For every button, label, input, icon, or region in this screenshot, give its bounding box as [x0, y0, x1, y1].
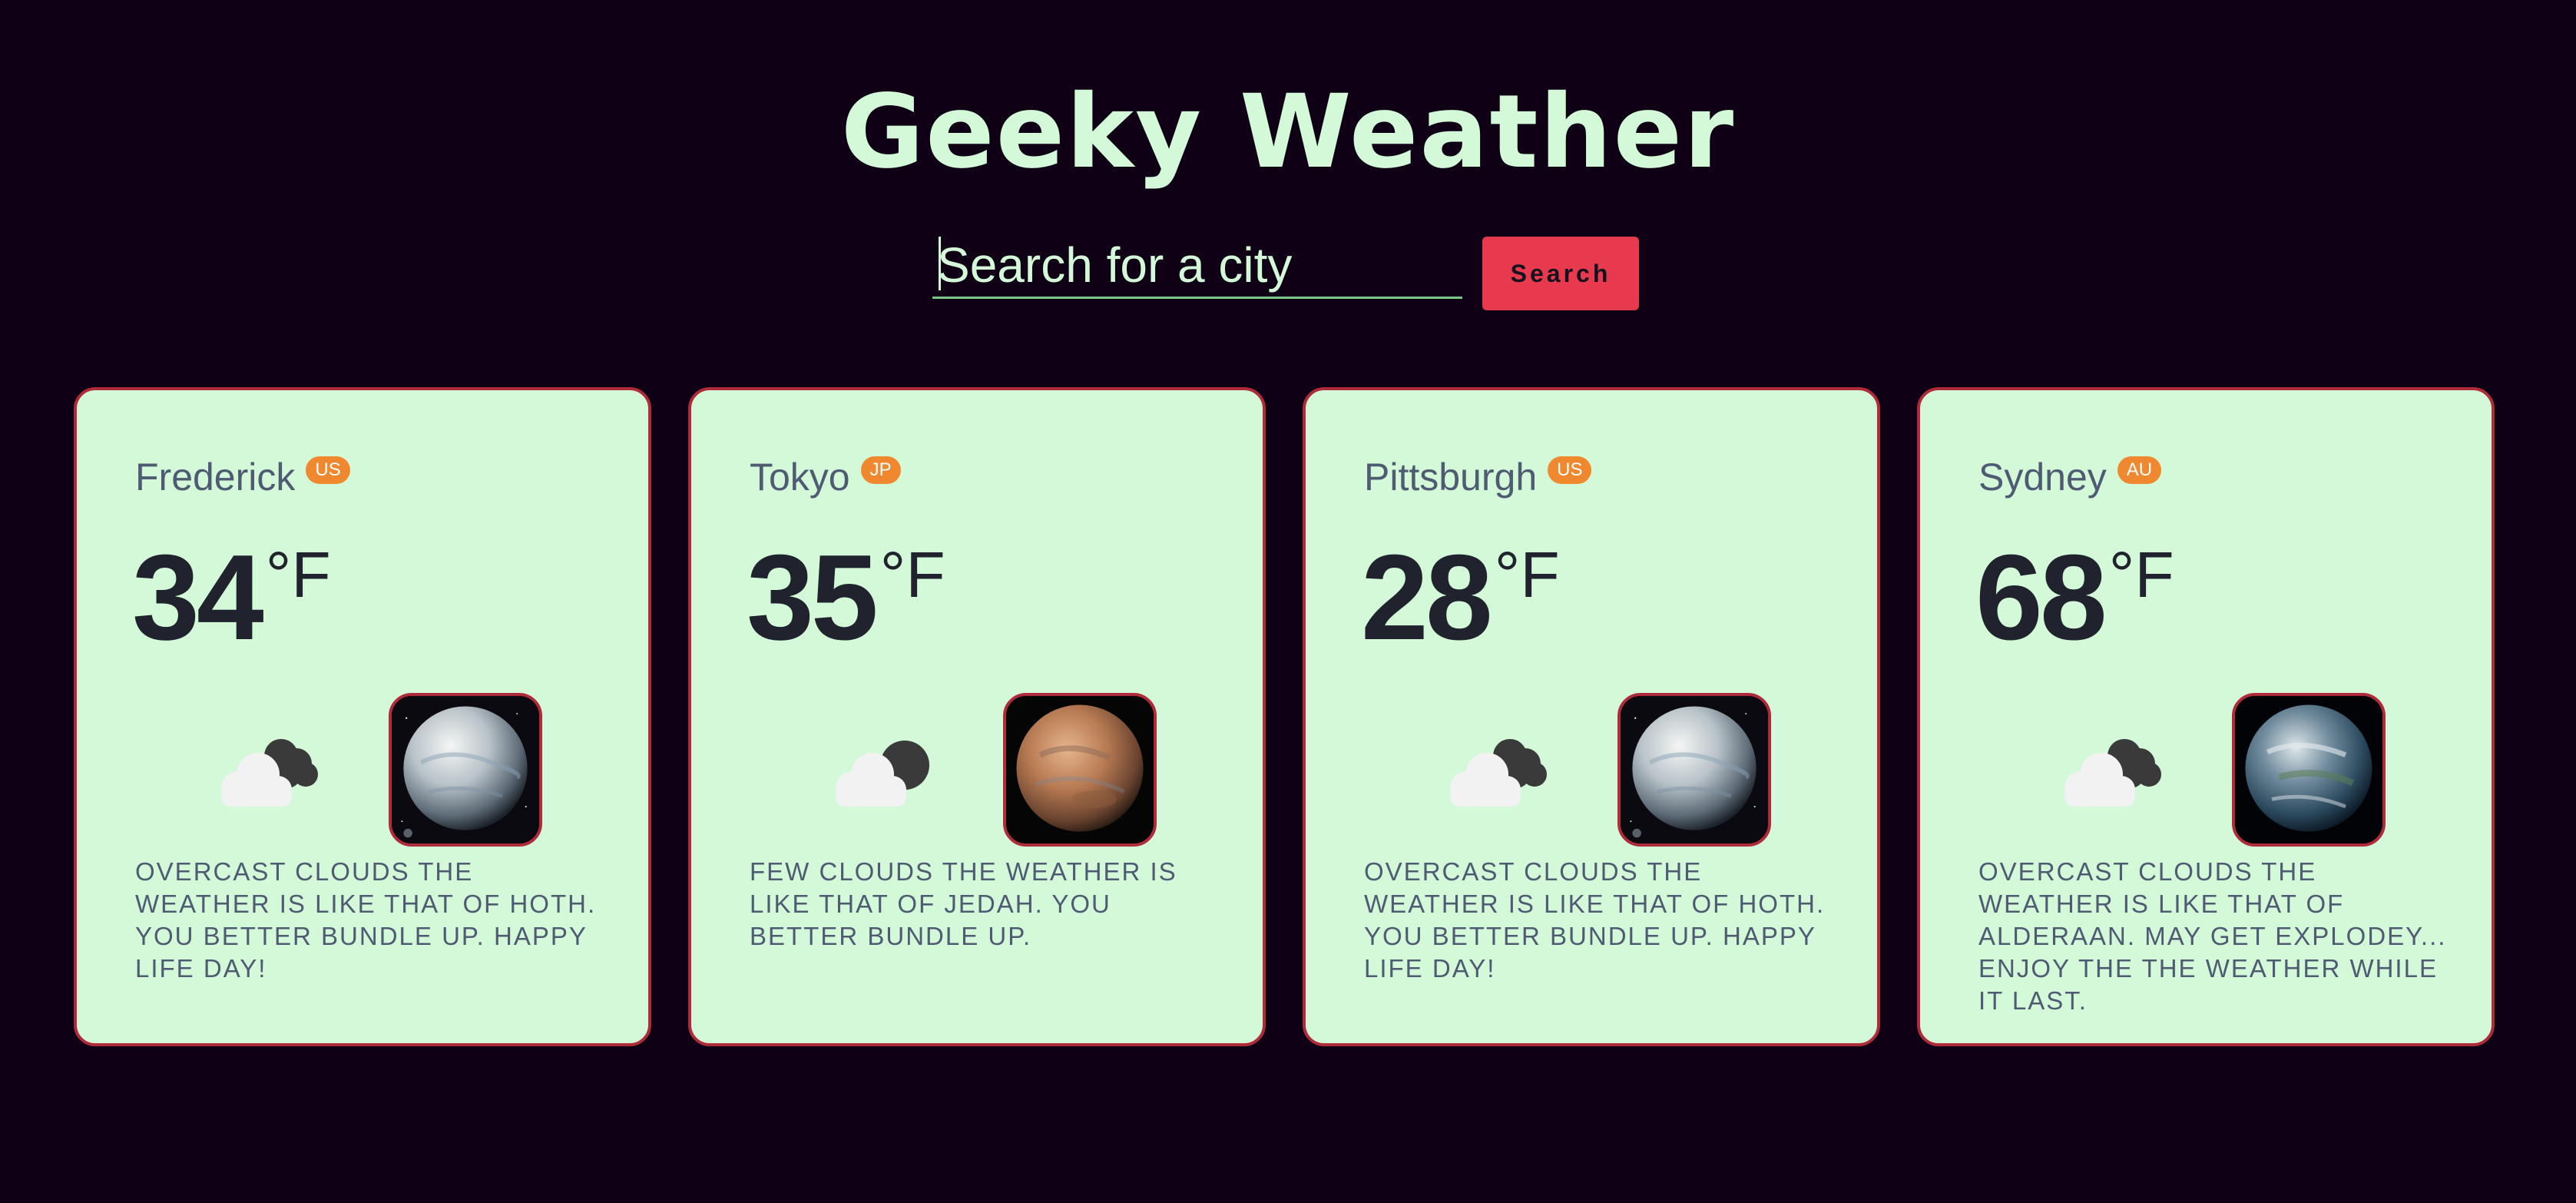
weather-card-tokyo: Tokyo JP 35 °F FEW CLOUDS THE WEATHER IS… [688, 387, 1266, 1046]
temperature: 28 °F [1361, 529, 1560, 667]
city-name: Pittsburgh [1364, 456, 1538, 499]
weather-card-sydney: Sydney AU 68 °F OVERCAST CLOUDS THE WEAT… [1917, 387, 2495, 1046]
city-header: Tokyo JP [750, 450, 901, 504]
weather-description: OVERCAST CLOUDS THE WEATHER IS LIKE THAT… [1978, 857, 2447, 1015]
planet-image-alderaan [2232, 693, 2386, 847]
weather-cards: Frederick US 34 °F OVERCAST CLOUDS THE W… [0, 387, 2576, 1052]
search-form: Search [932, 234, 1639, 313]
temperature-unit: °F [879, 539, 945, 611]
search-input[interactable] [932, 234, 1462, 299]
text-cursor [939, 237, 941, 290]
weather-description: OVERCAST CLOUDS THE WEATHER IS LIKE THAT… [135, 857, 597, 983]
city-header: Sydney AU [1978, 450, 2162, 504]
cloud-night-icon [1450, 739, 1547, 807]
planet-image-hoth [389, 693, 542, 847]
temperature-value: 68 [1975, 530, 2107, 665]
app-title: Geeky Weather [840, 73, 1736, 191]
temperature-value: 35 [747, 530, 879, 665]
city-header: Frederick US [135, 450, 350, 504]
city-name: Frederick [135, 456, 296, 499]
cloud-moon-icon [836, 741, 929, 807]
temperature-value: 28 [1361, 530, 1493, 665]
temperature: 35 °F [747, 529, 945, 667]
cloud-night-icon [221, 739, 318, 807]
country-badge: AU [2117, 456, 2162, 484]
temperature-unit: °F [2108, 539, 2174, 611]
search-button[interactable]: Search [1482, 237, 1639, 310]
country-badge: US [306, 456, 350, 484]
weather-description: FEW CLOUDS THE WEATHER IS LIKE THAT OF J… [750, 857, 1177, 950]
planet-image-jedah [1003, 693, 1157, 847]
planet-image-hoth [1617, 693, 1771, 847]
city-name: Tokyo [750, 456, 850, 499]
temperature: 34 °F [132, 529, 331, 667]
cloud-night-icon [2064, 739, 2161, 807]
temperature-unit: °F [265, 539, 331, 611]
temperature-value: 34 [132, 530, 264, 665]
temperature-unit: °F [1494, 539, 1560, 611]
weather-card-frederick: Frederick US 34 °F OVERCAST CLOUDS THE W… [74, 387, 651, 1046]
city-name: Sydney [1978, 456, 2107, 499]
city-header: Pittsburgh US [1364, 450, 1592, 504]
weather-card-pittsburgh: Pittsburgh US 28 °F OVERCAST CLOUDS THE … [1303, 387, 1880, 1046]
weather-description: OVERCAST CLOUDS THE WEATHER IS LIKE THAT… [1364, 857, 1826, 983]
temperature: 68 °F [1975, 529, 2174, 667]
country-badge: JP [860, 456, 901, 484]
country-badge: US [1548, 456, 1592, 484]
